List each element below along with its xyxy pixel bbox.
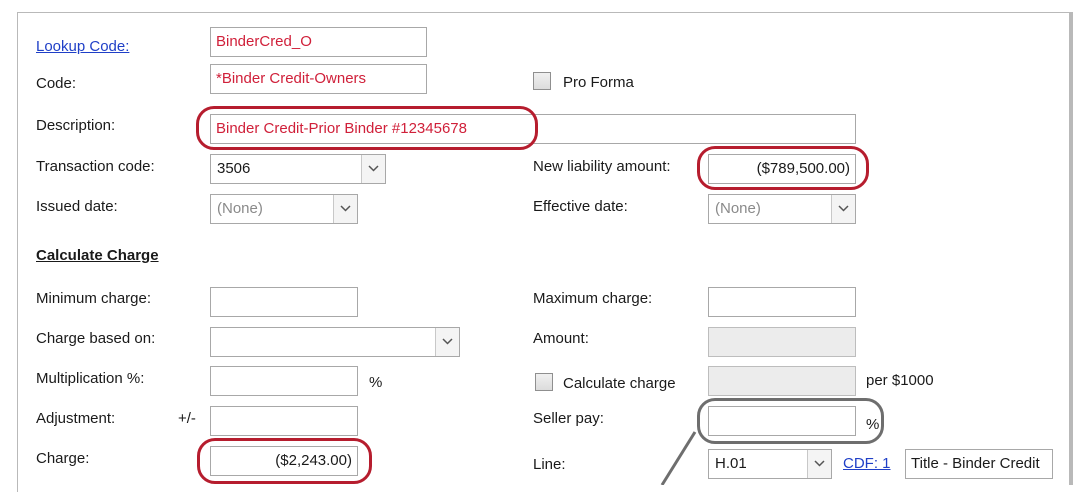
callout-pointer-line	[660, 431, 697, 485]
